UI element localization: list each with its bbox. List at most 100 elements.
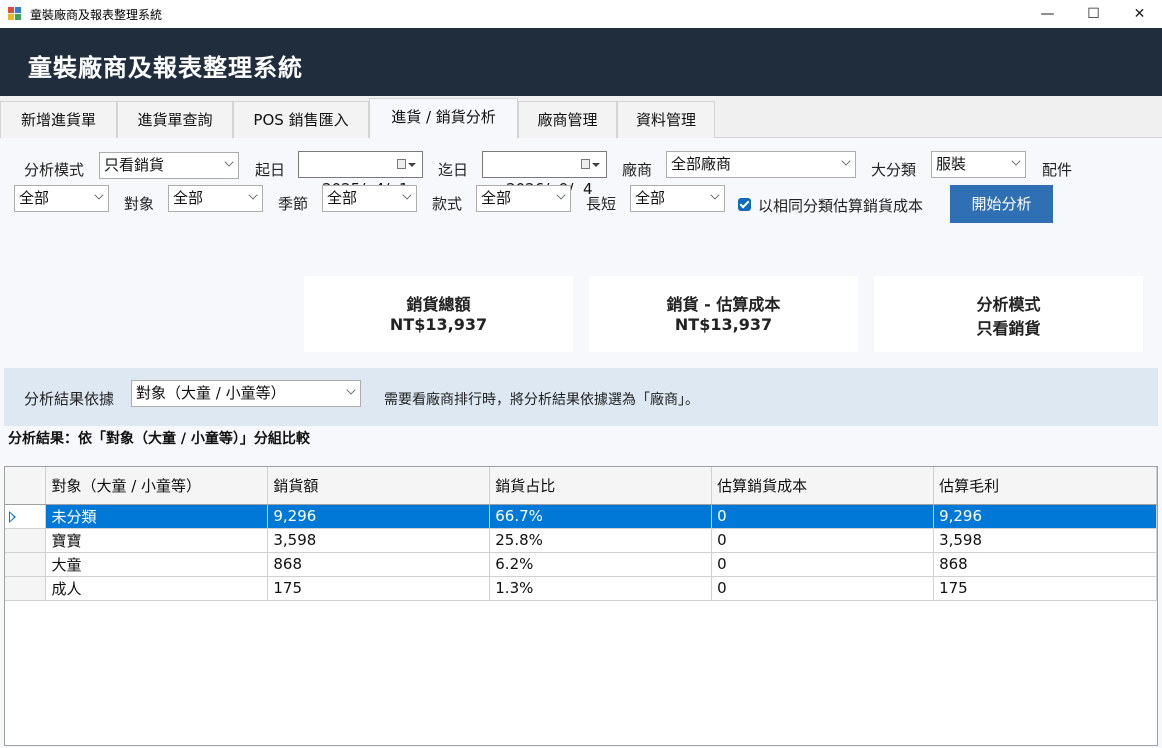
- table-cell[interactable]: 868: [933, 552, 1157, 577]
- category-select-value: 服裝: [936, 155, 967, 173]
- length-select[interactable]: 全部: [630, 185, 725, 212]
- accessory-select-value: 全部: [19, 189, 50, 207]
- chevron-down-icon: [1011, 156, 1021, 166]
- start-analysis-button[interactable]: 開始分析: [950, 185, 1053, 223]
- mode-label: 分析模式: [24, 161, 85, 179]
- season-select-value: 全部: [327, 189, 358, 207]
- chevron-down-icon: [224, 157, 234, 167]
- minimize-button[interactable]: —: [1025, 0, 1070, 28]
- table-cell[interactable]: 868: [267, 552, 491, 577]
- card-value: NT$13,937: [389, 315, 488, 334]
- grouping-label: 分析結果依據: [24, 390, 115, 408]
- tab-strip: 新增進貨單 進貨單查詢 POS 銷售匯入 進貨 / 銷貨分析 廠商管理 資料管理: [0, 98, 1162, 139]
- style-select[interactable]: 全部: [476, 185, 571, 212]
- row-header[interactable]: [5, 576, 47, 601]
- table-cell[interactable]: 0: [711, 504, 935, 529]
- chevron-down-icon: [346, 385, 356, 395]
- chevron-down-icon: [556, 190, 566, 200]
- card-title: 銷貨 - 估算成本: [666, 295, 781, 314]
- accessory-label: 配件: [1042, 161, 1073, 179]
- start-date-picker[interactable]: 2025/ 4/ 1: [298, 151, 423, 198]
- card-value: 只看銷貨: [976, 319, 1041, 338]
- tab-vendor-management[interactable]: 廠商管理: [518, 101, 617, 138]
- tab-new-purchase[interactable]: 新增進貨單: [0, 101, 117, 138]
- row-header[interactable]: [5, 552, 47, 577]
- column-header-sales[interactable]: 銷貨額: [267, 467, 491, 505]
- end-date-label: 迄日: [438, 161, 469, 179]
- dropdown-arrow-icon: [408, 163, 416, 167]
- table-cell[interactable]: 0: [711, 552, 935, 577]
- app-heading: 童裝廠商及報表整理系統: [28, 54, 303, 82]
- vendor-label: 廠商: [622, 161, 653, 179]
- tab-purchase-query[interactable]: 進貨單查詢: [117, 101, 233, 138]
- maximize-button[interactable]: ☐: [1071, 0, 1116, 28]
- target-label: 對象: [124, 195, 155, 213]
- table-cell[interactable]: 0: [711, 528, 935, 553]
- table-cell[interactable]: 3,598: [933, 528, 1157, 553]
- start-date-label: 起日: [255, 161, 286, 179]
- column-header-target[interactable]: 對象（大童 / 小童等）: [45, 467, 269, 505]
- column-header-est-cost[interactable]: 估算銷貨成本: [711, 467, 935, 505]
- mode-select[interactable]: 只看銷貨: [99, 152, 239, 179]
- sales-minus-cost-card: 銷貨 - 估算成本 NT$13,937: [589, 276, 858, 352]
- row-header-corner: [5, 467, 47, 505]
- accessory-select[interactable]: 全部: [14, 185, 109, 212]
- result-title: 分析結果：依「對象（大童 / 小童等）」分組比較: [8, 431, 310, 447]
- card-title: 分析模式: [976, 295, 1041, 314]
- category-select[interactable]: 服裝: [931, 151, 1026, 178]
- estimate-cost-checkbox[interactable]: [738, 198, 751, 211]
- card-value: NT$13,937: [674, 315, 773, 334]
- table-cell[interactable]: 9,296: [933, 504, 1157, 529]
- tab-analysis[interactable]: 進貨 / 銷貨分析: [369, 98, 518, 139]
- column-header-sales-share[interactable]: 銷貨占比: [489, 467, 713, 505]
- table-cell[interactable]: 未分類: [45, 504, 269, 529]
- table-row[interactable]: 未分類 9,296 66.7% 0 9,296: [5, 504, 1157, 529]
- tab-pos-import[interactable]: POS 銷售匯入: [233, 101, 369, 138]
- table-cell[interactable]: 1.3%: [489, 576, 713, 601]
- table-cell[interactable]: 成人: [45, 576, 269, 601]
- season-select[interactable]: 全部: [322, 185, 417, 212]
- grouping-select-value: 對象（大童 / 小童等）: [136, 384, 286, 402]
- mode-select-value: 只看銷貨: [104, 156, 165, 174]
- dropdown-arrow-icon: [592, 163, 600, 167]
- vendor-select-value: 全部廠商: [671, 155, 732, 173]
- table-cell[interactable]: 9,296: [267, 504, 491, 529]
- table-row[interactable]: 大童 868 6.2% 0 868: [5, 552, 1157, 577]
- analysis-mode-card: 分析模式 只看銷貨: [874, 276, 1143, 352]
- table-cell[interactable]: 25.8%: [489, 528, 713, 553]
- window-titlebar: 童裝廠商及報表整理系統 — ☐ ✕: [0, 0, 1162, 28]
- current-row-arrow-icon: [9, 510, 16, 523]
- column-header-est-profit[interactable]: 估算毛利: [933, 467, 1157, 505]
- header-banner: 童裝廠商及報表整理系統: [0, 28, 1162, 96]
- close-button[interactable]: ✕: [1117, 0, 1162, 28]
- table-cell[interactable]: 66.7%: [489, 504, 713, 529]
- calendar-icon: [581, 159, 590, 169]
- end-date-picker[interactable]: 2026/ 9/ 4: [482, 151, 607, 198]
- chevron-down-icon: [402, 190, 412, 200]
- target-select[interactable]: 全部: [168, 185, 263, 212]
- table-cell[interactable]: 175: [933, 576, 1157, 601]
- table-cell[interactable]: 175: [267, 576, 491, 601]
- table-row[interactable]: 寶寶 3,598 25.8% 0 3,598: [5, 528, 1157, 553]
- table-cell[interactable]: 6.2%: [489, 552, 713, 577]
- season-label: 季節: [278, 195, 309, 213]
- row-header[interactable]: [5, 504, 47, 529]
- table-cell[interactable]: 大童: [45, 552, 269, 577]
- length-select-value: 全部: [635, 189, 666, 207]
- table-cell[interactable]: 3,598: [267, 528, 491, 553]
- analysis-panel: 分析模式 只看銷貨 起日 2025/ 4/ 1 迄日 2026/ 9/ 4 廠商…: [0, 138, 1162, 748]
- table-cell[interactable]: 寶寶: [45, 528, 269, 553]
- vendor-select[interactable]: 全部廠商: [666, 151, 856, 178]
- estimate-cost-label[interactable]: 以相同分類估算銷貨成本: [758, 195, 923, 216]
- chevron-down-icon: [94, 190, 104, 200]
- window-title: 童裝廠商及報表整理系統: [30, 8, 163, 22]
- results-grid[interactable]: 對象（大童 / 小童等） 銷貨額 銷貨占比 估算銷貨成本 估算毛利 未分類 9,…: [4, 466, 1158, 746]
- grouping-select[interactable]: 對象（大童 / 小童等）: [131, 380, 361, 407]
- tab-data-management[interactable]: 資料管理: [617, 101, 715, 138]
- table-row[interactable]: 成人 175 1.3% 0 175: [5, 576, 1157, 601]
- length-label: 長短: [586, 195, 617, 213]
- target-select-value: 全部: [173, 189, 204, 207]
- row-header[interactable]: [5, 528, 47, 553]
- table-cell[interactable]: 0: [711, 576, 935, 601]
- chevron-down-icon: [248, 190, 258, 200]
